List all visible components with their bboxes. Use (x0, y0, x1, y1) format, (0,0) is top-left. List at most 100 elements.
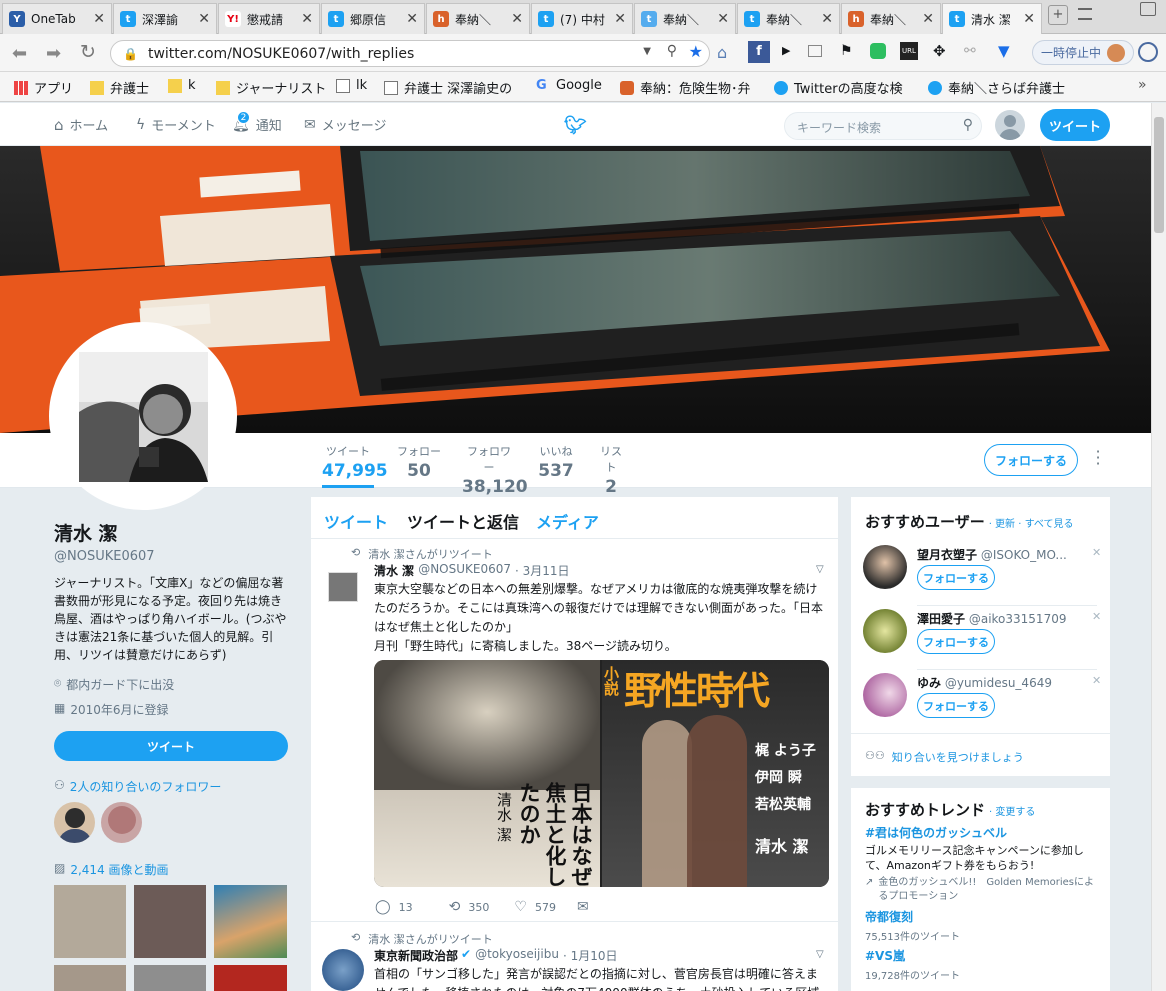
extension-icon[interactable] (1138, 42, 1158, 62)
reload-icon[interactable]: ↻ (80, 41, 96, 63)
media-thumbnail[interactable] (214, 885, 287, 958)
bookmark-folder[interactable]: k (168, 78, 196, 93)
pause-sync-button[interactable]: 一時停止中 (1032, 40, 1134, 65)
trend-item[interactable]: #君は何色のガッシュベル ゴルメモリリース記念キャンペーンに参加して、Amazo… (865, 824, 1101, 904)
browser-tab[interactable]: h 奉納＼ ✕ (426, 3, 530, 34)
more-options-icon[interactable]: · · · (1094, 444, 1102, 472)
close-icon[interactable]: ✕ (717, 11, 729, 27)
browser-tab-active[interactable]: t 清水 潔 ✕ (942, 3, 1042, 34)
user-name-line[interactable]: 澤田愛子 @aiko33151709 (917, 610, 1087, 627)
nav-home[interactable]: ⌂ ホーム (54, 115, 108, 135)
page-scrollbar[interactable] (1151, 103, 1166, 991)
dismiss-icon[interactable]: ✕ (1092, 674, 1101, 687)
close-icon[interactable]: ✕ (821, 11, 833, 27)
window-icon[interactable] (1140, 2, 1156, 16)
tab-media[interactable]: メディア (536, 509, 599, 533)
follow-button[interactable]: フォローする (984, 444, 1078, 476)
heart-icon[interactable]: ♡ (514, 899, 527, 915)
close-icon[interactable]: ✕ (93, 11, 105, 27)
chevron-down-icon[interactable]: ▽ (816, 564, 824, 575)
new-tab-icon[interactable]: + (1048, 5, 1068, 25)
user-avatar[interactable] (863, 609, 907, 653)
close-icon[interactable]: ✕ (198, 11, 210, 27)
close-icon[interactable]: ✕ (301, 11, 313, 27)
bookmark-folder[interactable]: 弁護士 (90, 78, 149, 97)
stat-followers[interactable]: フォロワー 38,120 (462, 443, 528, 497)
nav-notifications[interactable]: 🔔︎ 2 通知 (232, 110, 282, 134)
follower-avatar[interactable] (101, 802, 142, 843)
follow-button[interactable]: フォローする (917, 565, 995, 590)
tweet-compose-button[interactable]: ツイート (1040, 109, 1110, 141)
bookmark-item[interactable]: 奉納：危険生物･弁 (620, 78, 780, 97)
media-thumbnail[interactable] (134, 885, 206, 958)
chevron-down-icon[interactable]: ▽ (816, 949, 824, 960)
browser-tab[interactable]: Y OneTab ✕ (2, 3, 112, 34)
media-thumbnail[interactable] (214, 965, 287, 991)
user-name-line[interactable]: ゆみ @yumidesu_4649 (917, 674, 1087, 691)
move-icon[interactable]: ✥ (933, 42, 946, 60)
address-bar[interactable]: 🔒 twitter.com/NOSUKE0607/with_replies ▼ … (110, 40, 710, 67)
media-thumbnail[interactable] (54, 885, 126, 958)
reply-icon[interactable]: ◯ (375, 899, 391, 915)
tweet-to-user-button[interactable]: ツイート (54, 731, 288, 761)
media-thumbnail[interactable] (54, 965, 126, 991)
more-bookmarks-icon[interactable]: » (1138, 77, 1147, 93)
follow-button[interactable]: フォローする (917, 629, 995, 654)
search-input[interactable]: キーワード検索 ⚲ (784, 112, 982, 140)
browser-tab[interactable]: h 奉納＼ ✕ (841, 3, 941, 34)
close-icon[interactable]: ✕ (406, 11, 418, 27)
close-icon[interactable]: ✕ (614, 11, 626, 27)
trend-item[interactable]: 帝都復刻 75,513件のツイート (865, 908, 960, 943)
tweet[interactable]: ⟲ 清水 潔さんがリツイート 清水 潔 @NOSUKE0607 · 3月11日 ▽… (311, 540, 838, 922)
search-icon[interactable]: ⚲ (963, 117, 973, 133)
scrollbar-thumb[interactable] (1154, 117, 1164, 233)
envelope-icon[interactable]: ✉ (577, 899, 589, 915)
zoom-icon[interactable]: ⚲ (667, 43, 677, 59)
change-trends-link[interactable]: · 変更する (989, 803, 1035, 818)
dismiss-icon[interactable]: ✕ (1092, 610, 1101, 623)
user-avatar[interactable] (863, 673, 907, 717)
browser-tab[interactable]: t 奉納＼ ✕ (634, 3, 736, 34)
follow-button[interactable]: フォローする (917, 693, 995, 718)
browser-tab[interactable]: t (7) 中村 ✕ (531, 3, 633, 34)
bookmark-item[interactable]: Twitterの高度な検 (774, 78, 914, 97)
media-thumbnail[interactable] (134, 965, 206, 991)
tweet-image[interactable]: 小説 野性時代 梶 よう子 伊岡 瞬 若松英輔 清水 潔 (602, 660, 829, 887)
tweet-author-name[interactable]: 東京新聞政治部 (374, 947, 458, 964)
vpn-icon[interactable]: ▼ (998, 42, 1010, 60)
bookmark-icon[interactable]: ⚑ (840, 43, 853, 59)
stat-tweets[interactable]: ツイート 47,995 (322, 443, 388, 488)
tweet-avatar[interactable] (322, 949, 364, 991)
stat-likes[interactable]: いいね 537 (538, 443, 574, 481)
follower-avatar[interactable] (54, 802, 95, 843)
bookmark-folder[interactable]: ジャーナリスト (216, 78, 326, 97)
back-icon[interactable]: ⬅ (12, 43, 27, 64)
bookmark-item[interactable]: 奉納＼さらば弁護士 (928, 78, 1070, 97)
forward-icon[interactable]: ➡ (46, 43, 61, 64)
tweet-date[interactable]: · 1月10日 (563, 947, 618, 964)
bookmark-item[interactable]: 弁護士 深澤諭史の (384, 78, 522, 97)
nav-moments[interactable]: ϟ モーメント (136, 115, 216, 135)
stat-lists[interactable]: リスト 2 (596, 443, 626, 497)
retweet-icon[interactable]: ⟲ (449, 899, 461, 915)
close-icon[interactable]: ✕ (511, 11, 523, 27)
stat-following[interactable]: フォロー 50 (397, 443, 441, 481)
dropdown-icon[interactable]: ▼ (643, 46, 651, 57)
find-friends-link[interactable]: ⚇⚇ 知り合いを見つけましょう (865, 749, 1024, 765)
tweet[interactable]: ⟲ 清水 潔さんがリツイート 東京新聞政治部 ✔ @tokyoseijibu · … (311, 923, 838, 991)
nav-messages[interactable]: ✉ メッセージ (304, 115, 386, 135)
play-icon[interactable]: ▶ (782, 44, 790, 57)
dismiss-icon[interactable]: ✕ (1092, 546, 1101, 559)
bookmark-apps[interactable]: アプリ (14, 78, 73, 97)
browser-tab[interactable]: t 郷原信 ✕ (321, 3, 425, 34)
tweet-avatar[interactable] (328, 572, 358, 602)
facebook-icon[interactable]: f (748, 41, 770, 63)
user-name-line[interactable]: 望月衣塑子 @ISOKO_MO... (917, 546, 1087, 563)
user-avatar[interactable] (863, 545, 907, 589)
followers-you-know-link[interactable]: ⚇ 2人の知り合いのフォロワー (54, 778, 221, 795)
browser-tab[interactable]: t 奉納＼ ✕ (737, 3, 840, 34)
close-icon[interactable]: ✕ (922, 11, 934, 27)
bookmark-item[interactable]: G Google (536, 78, 602, 93)
tab-tweets-and-replies[interactable]: ツイートと返信 (407, 509, 519, 533)
twitter-logo-icon[interactable]: 🐦︎ (564, 115, 587, 136)
